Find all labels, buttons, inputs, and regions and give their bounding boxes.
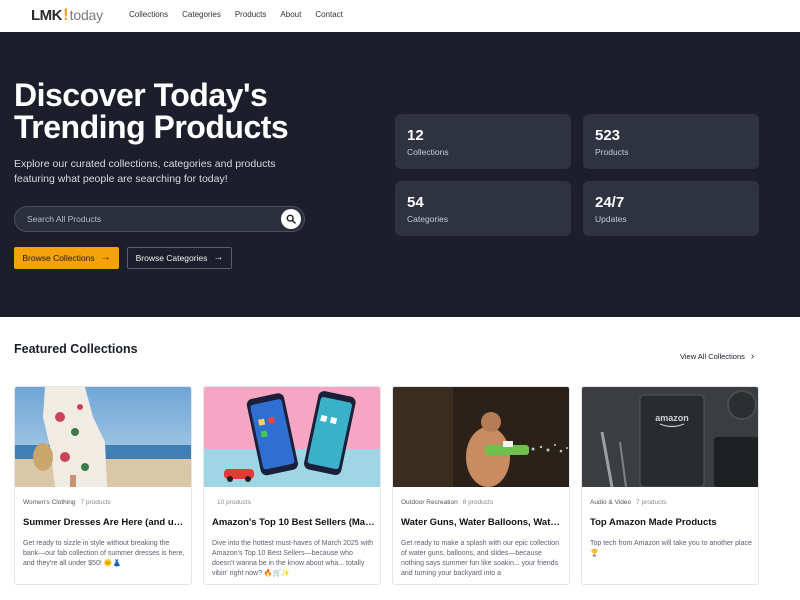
card-description: Get ready to make a splash with our epic… [401,540,559,577]
collection-card[interactable]: amazon Audio & Video 7 products Top Amaz… [581,386,759,585]
collection-card[interactable]: 10 products Amazon's Top 10 Best Sellers… [203,386,381,585]
logo-sub: today [69,7,103,23]
stat-value: 12 [407,127,424,144]
stat-value: 54 [407,194,424,211]
browse-collections-label: Browse Collections [22,253,95,263]
nav-item-about[interactable]: About [280,10,301,19]
nav-item-categories[interactable]: Categories [182,10,221,19]
stat-label: Collections [407,147,449,157]
card-description: Top tech from Amazon will take you to an… [590,540,752,557]
stat-card-updates: 24/7 Updates [583,181,759,236]
card-count: 7 products [636,499,667,506]
collection-image-water-guns [393,387,569,487]
search-input[interactable] [27,207,277,231]
card-description: Dive into the hottest must-haves of Marc… [212,540,374,577]
hero-title: Discover Today's Trending Products [14,77,289,145]
hero-section: Discover Today's Trending Products Explo… [0,32,800,317]
stat-value: 24/7 [595,194,625,211]
card-title: Summer Dresses Are Here (and und... [23,517,187,528]
arrow-right-icon: → [100,252,111,263]
stat-label: Products [595,147,629,157]
search-button[interactable] [281,209,301,229]
browse-categories-label: Browse Categories [135,253,208,263]
card-category: Outdoor Recreation [401,499,458,506]
card-count: 10 products [217,499,251,506]
collection-card[interactable]: Women's Clothing 7 products Summer Dress… [14,386,192,585]
card-meta: Outdoor Recreation 8 products [401,499,493,506]
logo-main: LMK [31,6,63,24]
search-icon [286,214,296,224]
view-all-collections-link[interactable]: View All Collections › [680,351,754,362]
chevron-right-icon: › [750,351,755,362]
collection-card[interactable]: Outdoor Recreation 8 products Water Guns… [392,386,570,585]
card-title: Amazon's Top 10 Best Sellers (Marc... [212,517,376,528]
browse-categories-button[interactable]: Browse Categories → [127,247,232,269]
nav-links: Collections Categories Products About Co… [129,10,357,19]
card-meta: 10 products [212,499,251,506]
card-category: Women's Clothing [23,499,76,506]
nav-item-products[interactable]: Products [235,10,267,19]
card-title: Top Amazon Made Products [590,517,717,528]
card-description: Get ready to sizzle in style without bre… [23,540,185,567]
top-nav: LMK ! today Collections Categories Produ… [0,0,800,32]
hero-subtitle: Explore our curated collections, categor… [14,158,276,185]
stat-card-collections: 12 Collections [395,114,571,169]
card-category: Audio & Video [590,499,632,506]
stat-card-categories: 54 Categories [395,181,571,236]
featured-collections-heading: Featured Collections [14,342,138,356]
svg-text:amazon: amazon [655,413,689,423]
stat-label: Updates [595,214,627,224]
stat-label: Categories [407,214,449,224]
search-bar [14,206,305,232]
stat-card-products: 523 Products [583,114,759,169]
nav-item-contact[interactable]: Contact [315,10,343,19]
card-meta: Women's Clothing 7 products [23,499,111,506]
site-logo[interactable]: LMK ! today [31,5,103,25]
view-all-label: View All Collections [680,352,745,361]
card-title: Water Guns, Water Balloons, Water... [401,517,565,528]
collection-image-summer-dresses [15,387,191,487]
stat-value: 523 [595,127,621,144]
nav-item-collections[interactable]: Collections [129,10,168,19]
collection-image-amazon-products: amazon [582,387,758,487]
browse-collections-button[interactable]: Browse Collections → [14,247,119,269]
collection-image-best-sellers [204,387,380,487]
arrow-right-icon: → [213,252,224,263]
card-count: 8 products [462,499,494,506]
card-count: 7 products [80,499,111,506]
logo-mark: ! [63,5,69,24]
card-meta: Audio & Video 7 products [590,499,666,506]
